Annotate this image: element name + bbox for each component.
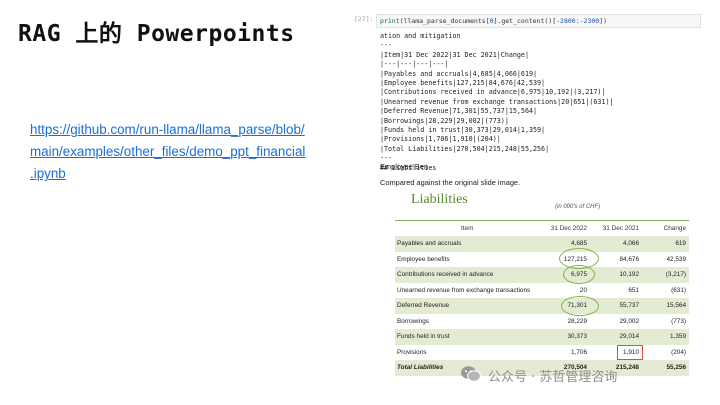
row-change: 1,359 [670,333,686,340]
row-change: (3,217) [665,271,686,278]
row-change: 42,539 [666,255,686,263]
table-row: Contributions received in advance 6,975 … [395,267,689,283]
row-2021: 29,002 [619,317,639,325]
row-item: Unearned revenue from exchange transacti… [397,286,531,294]
table-row: Deferred Revenue 71,301 55,737 15,564 [395,298,689,314]
row-item: Payables and accruals [397,240,462,247]
row-2022: 20 [579,286,587,294]
wechat-icon [461,366,481,382]
link-line-3[interactable]: .ipynb [30,163,328,185]
row-item: Provisions [397,348,427,356]
row-item: Deferred Revenue [397,302,450,309]
row-change: (631) [671,286,686,294]
code-fn: print [380,17,400,25]
row-2022: 4,685 [571,240,587,247]
row-2021: 84,676 [619,255,639,263]
slide-title: RAG 上的 Powerpoints [18,21,295,47]
image-unit: (in 000's of CHF) [555,204,601,210]
table-header: Item 31 Dec 2022 31 Dec 2021 Change [395,220,689,237]
row-change: (204) [671,348,686,356]
header-2022: 31 Dec 2022 [550,225,587,232]
row-item: Employee benefits [397,255,450,263]
table-row: Payables and accruals 4,685 4,066 619 [395,236,689,252]
highlight-circle [561,296,599,316]
code-mid: ].get_content()[ [493,17,557,25]
highlight-circle [563,265,595,284]
row-2021: 10,192 [619,271,639,278]
row-2021: 55,737 [619,302,639,309]
code-slice: -2800:-2300 [556,17,600,25]
row-2021: 4,066 [623,240,639,247]
output-line: |Borrowings|28,229|29,002|(773)| [380,116,509,125]
cell-prompt: [27]: [354,15,374,23]
table-row: Borrowings 28,229 29,002 (773) [395,314,689,330]
row-change: 619 [675,240,686,247]
table-row: Funds held in trust 30,373 29,014 1,359 [395,329,689,345]
output-line: |Employee benefits|127,215|84,676|42,539… [380,79,546,88]
output-line: ation and mitigation [380,32,461,40]
notebook-cell: [27]: print(llama_parse_documents[0].get… [354,14,704,190]
row-change: (773) [671,317,686,325]
header-2021: 31 Dec 2021 [602,225,639,232]
output-line: |Provisions|1,706|1,910|(204)| [380,135,501,144]
image-title: Liabilities [411,192,468,207]
slide-image: Liabilities (in 000's of CHF) Item 31 De… [395,190,693,376]
output-line: |---|---|---|---| [380,60,449,69]
table-row: Unearned revenue from exchange transacti… [395,283,689,299]
row-2021: 215,248 [615,364,639,371]
row-2021: 651 [628,286,639,294]
table-row: Employee benefits 127,215 84,676 42,539 [395,252,689,268]
link-line-1[interactable]: https://github.com/run-llama/llama_parse… [30,119,328,141]
output-line: |Payables and accruals|4,685|4,066|619| [380,69,538,78]
output-line: |Total Liabilities|270,504|215,248|55,25… [380,144,550,153]
row-change: 55,256 [666,364,686,371]
cell-output: ation and mitigation --- |Item|31 Dec 20… [380,32,614,173]
header-item: Item [461,225,474,232]
code-end: ]) [599,17,608,25]
output-line: |Deferred Revenue|71,301|55,737|15,564| [380,107,538,116]
header-change: Change [663,225,686,232]
row-item: Borrowings [397,317,429,325]
highlight-box [617,345,643,360]
output-text-note: Compared against the original slide imag… [380,178,521,187]
row-item: Contributions received in advance [397,271,494,278]
row-2022: 30,373 [567,333,587,340]
code-input[interactable]: print(llama_parse_documents[0].get_conte… [376,14,701,28]
row-item: Funds held in trust [397,333,450,340]
code-call: (llama_parse_documents[ [399,17,490,25]
output-line: |Funds held in trust|30,373|29,014|1,359… [380,126,546,135]
row-2021: 29,014 [619,333,639,340]
row-change: 15,564 [666,302,686,309]
output-line: |Unearned revenue from exchange transact… [380,97,614,106]
output-line: |Contributions received in advance|6,975… [380,88,606,97]
output-line: --- [380,41,393,50]
row-2022: 1,706 [571,348,587,356]
output-text-heading: Employee Ben [380,162,429,171]
output-line: |Item|31 Dec 2022|31 Dec 2021|Change| [380,50,529,59]
link-line-2[interactable]: main/examples/other_files/demo_ppt_finan… [30,141,328,163]
watermark-text: 公众号 · 苏哲管理咨询 [488,370,618,385]
row-item: Total Liabilities [397,364,444,371]
github-link[interactable]: https://github.com/run-llama/llama_parse… [30,119,328,185]
row-2022: 28,229 [567,317,587,325]
table-row: Provisions 1,706 1,910 (204) [395,345,689,361]
